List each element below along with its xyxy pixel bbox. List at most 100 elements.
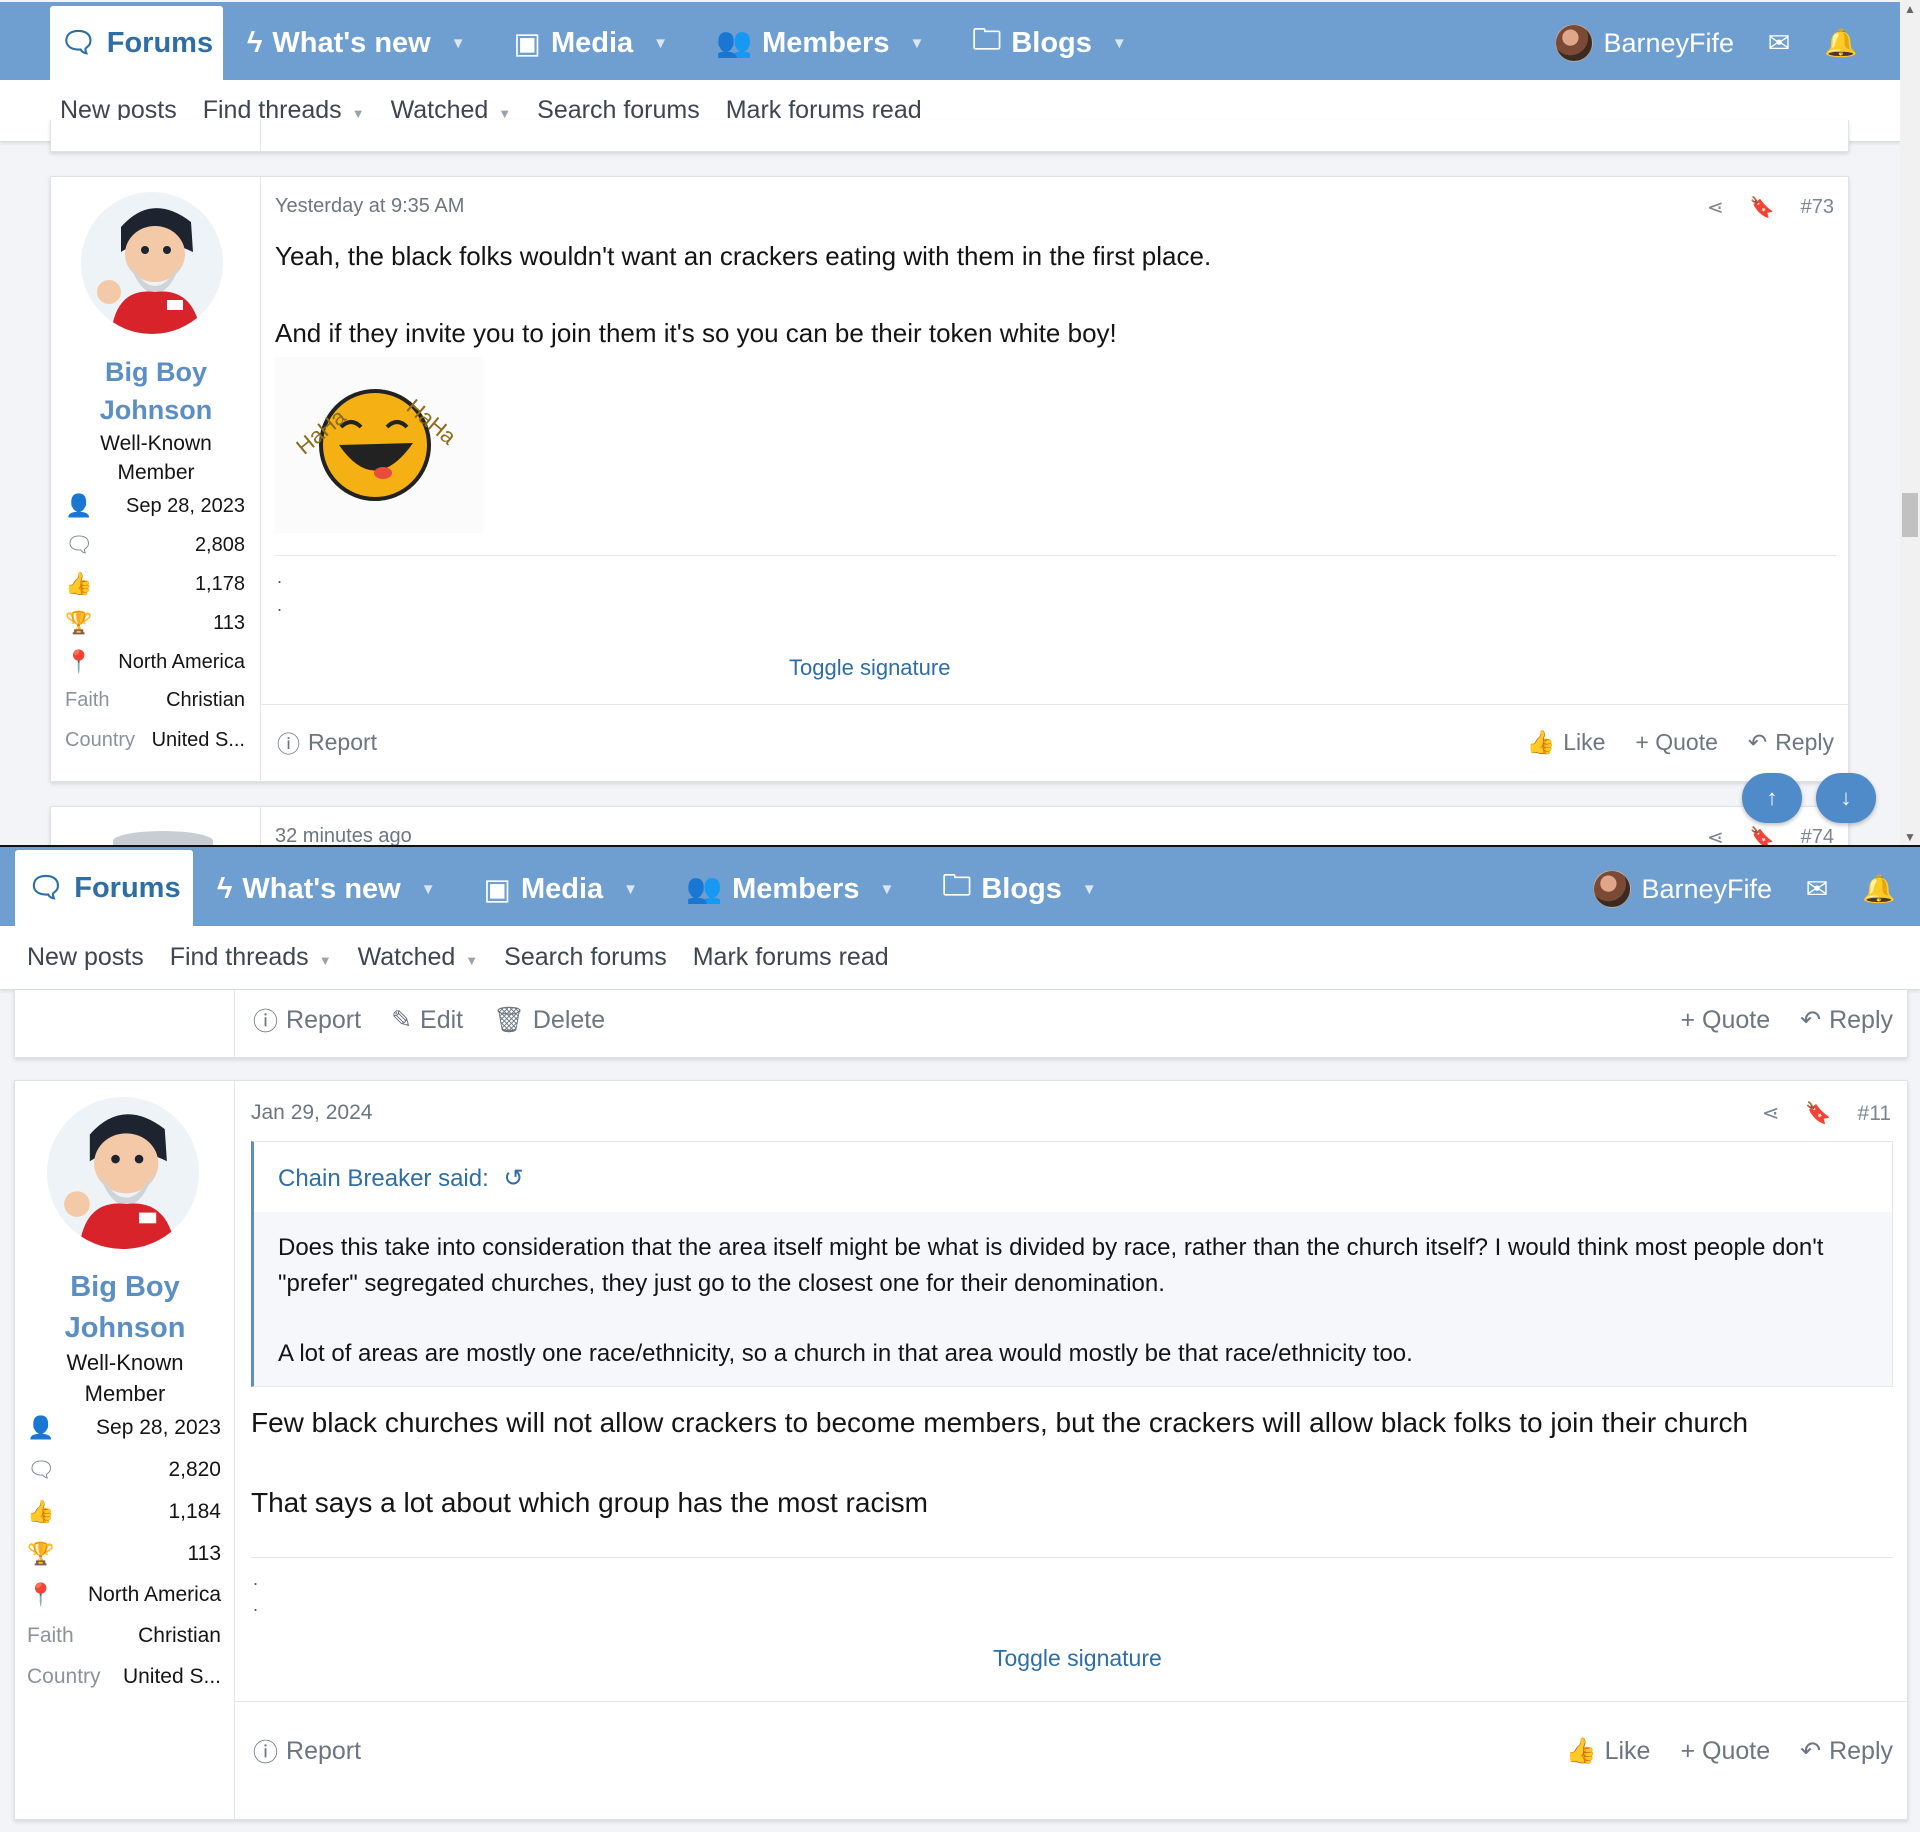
share-icon[interactable]: ⋖ (1762, 1101, 1780, 1126)
messages-icon: 🗨 (27, 1457, 55, 1482)
tab-media[interactable]: ▣ Media ▼ (490, 6, 692, 80)
report-label: Report (286, 1736, 362, 1765)
like-button[interactable]: 👍 Like (1527, 729, 1606, 756)
chevron-down-icon[interactable]: ▼ (1082, 881, 1097, 898)
post-number[interactable]: #73 (1801, 196, 1834, 219)
chevron-down-icon[interactable]: ▼ (909, 35, 924, 52)
username-line1: Big Boy (70, 1271, 180, 1303)
bookmark-icon[interactable]: 🔖 (1805, 1102, 1831, 1126)
share-icon[interactable]: ⋖ (1707, 195, 1724, 220)
scroll-up-arrow-icon[interactable]: ▲ (1900, 2, 1920, 16)
stat-joined-value: Sep 28, 2023 (126, 494, 245, 517)
avatar[interactable] (81, 192, 223, 334)
username[interactable]: Big Boy Johnson (51, 353, 261, 429)
tab-forums[interactable]: 🗨 Forums (15, 850, 193, 926)
chevron-down-icon[interactable]: ▼ (421, 881, 436, 898)
tab-members[interactable]: 👥 Members ▼ (692, 6, 948, 80)
like-button[interactable]: 👍 Like (1565, 1736, 1650, 1766)
avatar[interactable] (47, 1097, 199, 1249)
chevron-down-icon[interactable]: ▼ (1112, 35, 1127, 52)
quote-button[interactable]: + Quote (1680, 1005, 1770, 1035)
chevron-down-icon: ▼ (318, 953, 332, 968)
report-button[interactable]: ⓘ Report (253, 1733, 361, 1769)
top-navigation: 🗨 Forums ϟ What's new ▼ ▣ Media ▼ 👥 Memb… (0, 2, 1900, 80)
scroll-to-top-button[interactable]: ↑ (1742, 773, 1802, 823)
envelope-icon[interactable]: ✉ (1802, 874, 1832, 905)
envelope-icon[interactable]: ✉ (1764, 28, 1794, 59)
chevron-down-icon[interactable]: ▼ (879, 881, 894, 898)
avatar (1555, 24, 1594, 62)
reply-label: Reply (1775, 728, 1834, 755)
previous-post-userpane (51, 120, 261, 151)
tab-forums[interactable]: 🗨 Forums (50, 6, 223, 80)
stat-country-label: Country (65, 729, 136, 751)
stat-reactions-value: 1,184 (168, 1500, 221, 1523)
post-number[interactable]: #11 (1858, 1102, 1891, 1126)
post-tools: ⋖ 🔖 #11 (1762, 1101, 1891, 1126)
signature-dot: . (277, 567, 283, 587)
post-date[interactable]: 32 minutes ago (275, 825, 412, 846)
tab-forums-label: Forums (74, 871, 181, 904)
delete-button[interactable]: 🗑 Delete (493, 1002, 605, 1038)
share-icon[interactable]: ⋖ (1707, 825, 1724, 846)
account-menu[interactable]: BarneyFife (1555, 24, 1734, 62)
bell-icon[interactable]: 🔔 (1824, 27, 1858, 59)
edit-button[interactable]: ✎ Edit (391, 1002, 463, 1038)
chevron-down-icon[interactable]: ▼ (623, 881, 638, 898)
chevron-down-icon: ▼ (465, 953, 479, 968)
report-label: Report (308, 728, 378, 755)
subnav-search-forums[interactable]: Search forums (504, 943, 667, 972)
stat-reactions: 👍 1,184 (27, 1499, 221, 1525)
post-number[interactable]: #74 (1801, 826, 1834, 846)
subnav-watched[interactable]: Watched ▼ (358, 943, 479, 972)
scrollbar-thumb[interactable] (1902, 493, 1918, 537)
reply-button[interactable]: ↶ Reply (1800, 1736, 1893, 1766)
tab-whats-new[interactable]: ϟ What's new ▼ (193, 852, 460, 926)
chevron-down-icon[interactable]: ▼ (451, 35, 466, 52)
stat-location-value: North America (118, 650, 245, 673)
reply-label: Reply (1829, 1005, 1893, 1034)
reply-button[interactable]: ↶ Reply (1748, 729, 1834, 756)
username: BarneyFife (1603, 27, 1734, 58)
stat-location: 📍 North America (65, 649, 245, 675)
chevron-down-icon[interactable]: ▼ (653, 35, 668, 52)
scroll-to-bottom-button[interactable]: ↓ (1816, 773, 1876, 823)
toggle-signature-link[interactable]: Toggle signature (789, 655, 950, 681)
map-pin-icon: 📍 (65, 649, 93, 674)
avatar[interactable] (113, 831, 213, 846)
quote-button[interactable]: + Quote (1680, 1736, 1770, 1766)
report-button[interactable]: ⓘ Report (277, 725, 377, 759)
tab-whats-new[interactable]: ϟ What's new ▼ (223, 6, 490, 80)
post-date[interactable]: Jan 29, 2024 (251, 1101, 372, 1125)
avatar (1593, 870, 1632, 908)
bookmark-icon[interactable]: 🔖 (1750, 825, 1775, 846)
subnav-mark-forums-read[interactable]: Mark forums read (693, 943, 889, 972)
post-date[interactable]: Yesterday at 9:35 AM (275, 195, 464, 218)
page-scrollbar[interactable]: ▲ ▼ (1900, 0, 1920, 846)
stat-location: 📍 North America (27, 1582, 221, 1608)
bookmark-icon[interactable]: 🔖 (1750, 195, 1775, 220)
quote-author[interactable]: Chain Breaker said: ↺ (254, 1142, 1892, 1212)
toggle-signature-link[interactable]: Toggle signature (993, 1645, 1162, 1672)
post-footer: ⓘ Report 👍 Like + Quote ↶ Reply (277, 725, 1834, 759)
scroll-down-arrow-icon[interactable]: ▼ (1900, 830, 1920, 844)
tab-blogs[interactable]: 🗀 Blogs ▼ (918, 852, 1120, 926)
quote-button[interactable]: + Quote (1635, 729, 1717, 756)
tab-media[interactable]: ▣ Media ▼ (460, 852, 662, 926)
username: BarneyFife (1641, 873, 1772, 904)
pencil-icon: ✎ (391, 1006, 413, 1034)
reply-button[interactable]: ↶ Reply (1800, 1005, 1893, 1035)
lightning-icon: ϟ (217, 872, 233, 905)
tab-members[interactable]: 👥 Members ▼ (662, 852, 918, 926)
stat-joined: 👤 Sep 28, 2023 (27, 1415, 221, 1441)
account-menu[interactable]: BarneyFife (1593, 870, 1772, 908)
thumbs-up-icon: 👍 (1565, 1736, 1597, 1765)
subnav-find-threads[interactable]: Find threads ▼ (170, 943, 332, 972)
bell-icon[interactable]: 🔔 (1862, 873, 1896, 905)
username[interactable]: Big Boy Johnson (15, 1267, 235, 1349)
subnav-new-posts[interactable]: New posts (27, 943, 144, 972)
report-button[interactable]: ⓘ Report (253, 1002, 361, 1038)
post-body-line1: Few black churches will not allow cracke… (251, 1407, 1749, 1438)
go-to-quote-icon[interactable]: ↺ (503, 1165, 523, 1192)
tab-blogs[interactable]: 🗀 Blogs ▼ (948, 6, 1150, 80)
